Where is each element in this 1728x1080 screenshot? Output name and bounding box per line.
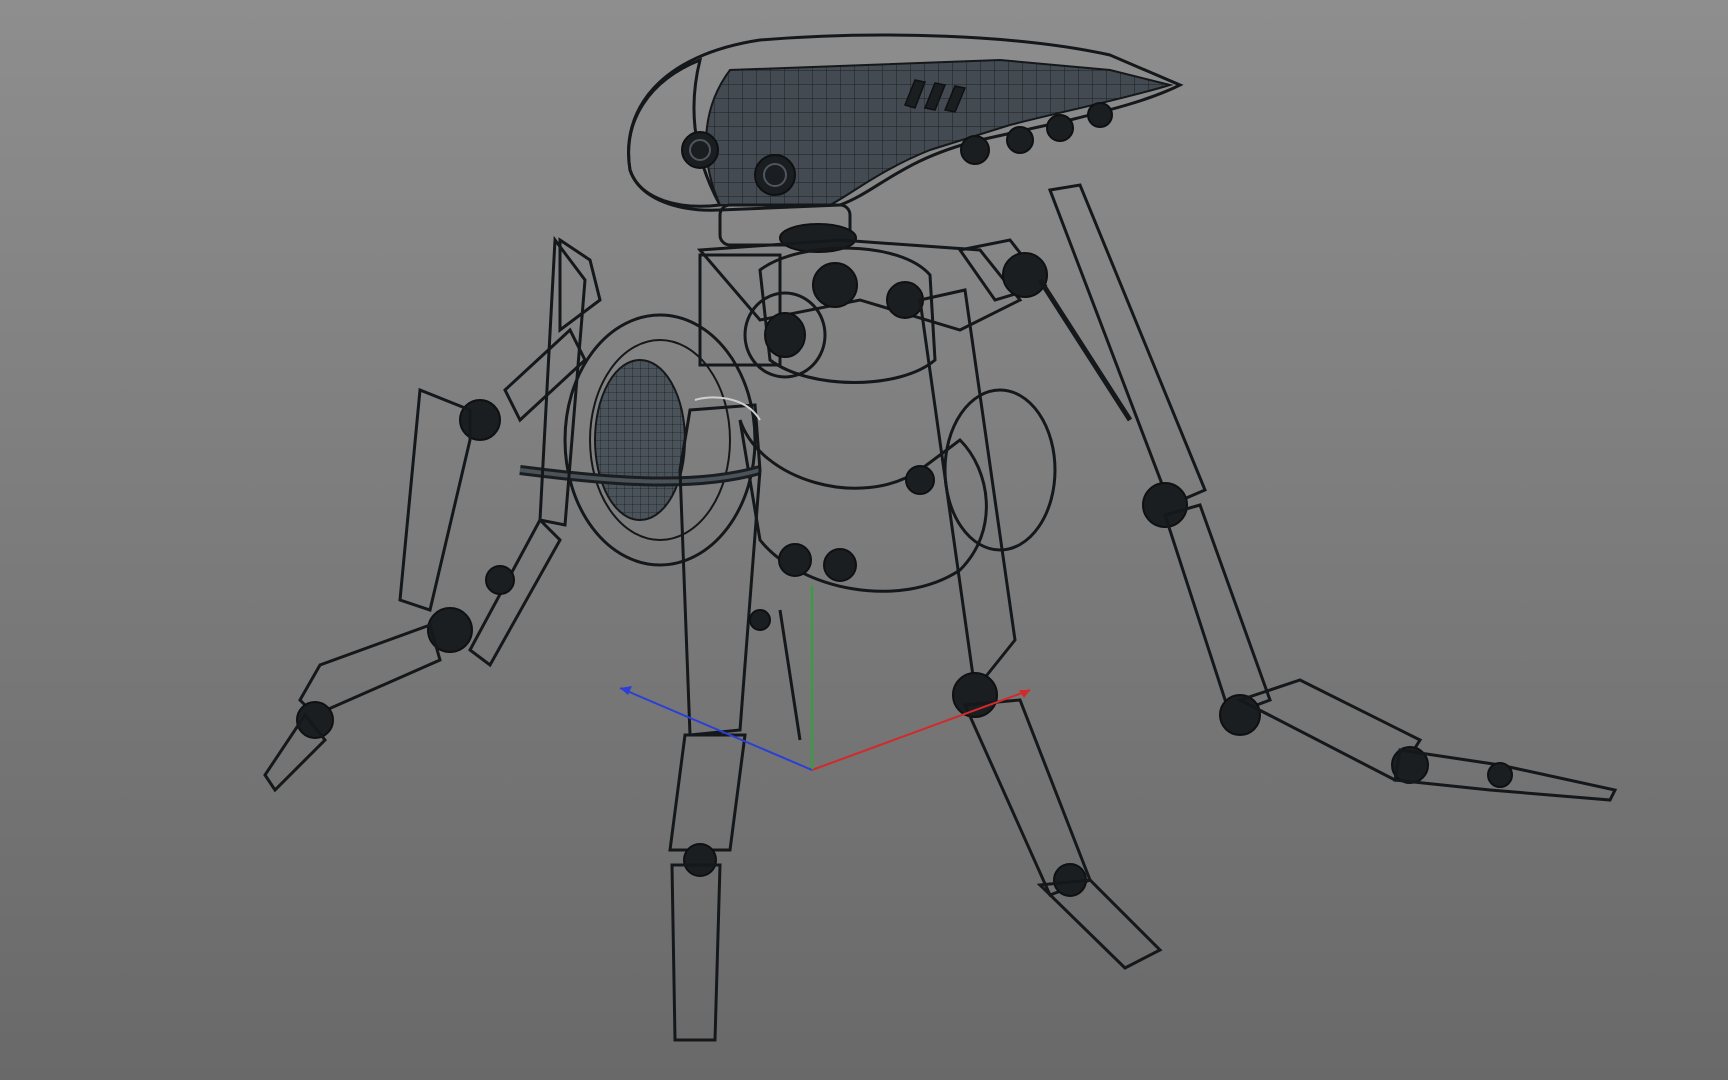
robot-leg-back-left[interactable]: [468, 235, 602, 668]
robot-torso[interactable]: [519, 238, 1057, 593]
robot-leg-front-right[interactable]: [918, 288, 1163, 970]
robot-leg-far-right[interactable]: [957, 183, 1618, 802]
3d-viewport[interactable]: [0, 0, 1728, 1080]
gizmo-z-axis[interactable]: [619, 687, 813, 771]
robot-leg-far-left[interactable]: [263, 327, 587, 793]
robot-head[interactable]: [627, 33, 1184, 253]
scene-canvas[interactable]: [0, 0, 1728, 1080]
gizmo-x-axis[interactable]: [811, 689, 1031, 771]
